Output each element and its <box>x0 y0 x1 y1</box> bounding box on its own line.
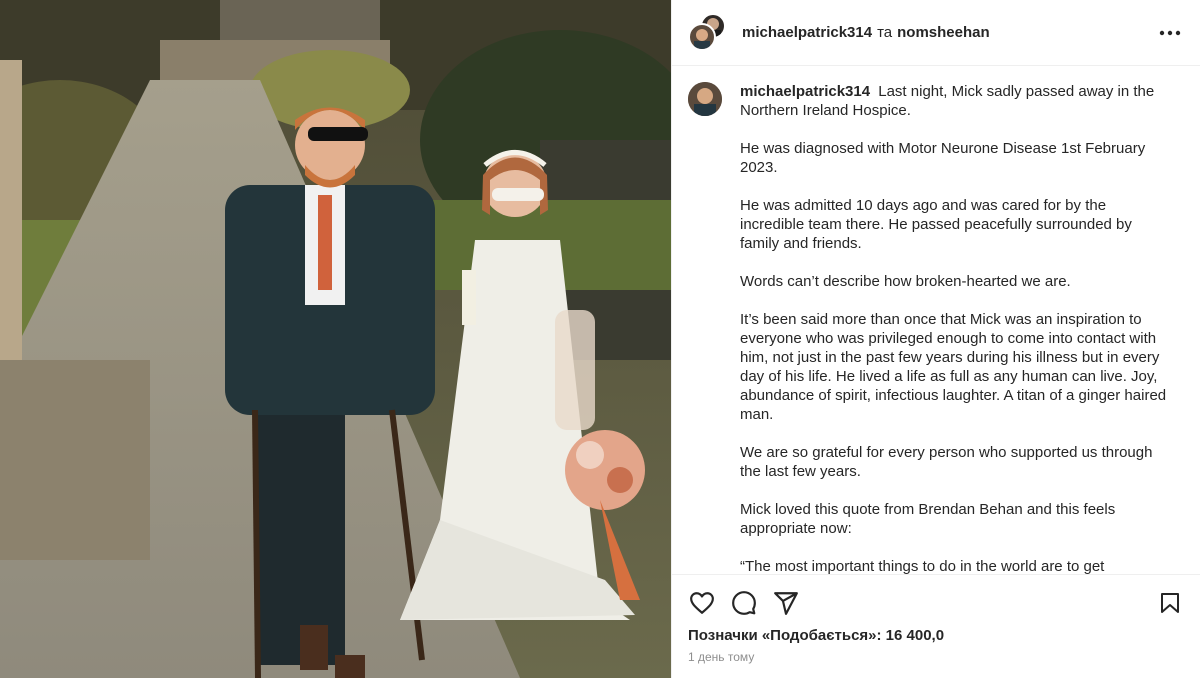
bookmark-icon <box>1161 593 1179 613</box>
caption-paragraph-2: He was diagnosed with Motor Neurone Dise… <box>740 140 1146 176</box>
action-icon-row <box>688 587 1184 619</box>
caption-paragraph-5: It’s been said more than once that Mick … <box>740 311 1167 423</box>
caption-paragraph-7: Mick loved this quote from Brendan Behan… <box>740 501 1116 537</box>
header-username-2[interactable]: nomsheehan <box>897 24 990 41</box>
caption-paragraph-8: “The most important things to do in the … <box>740 558 1105 574</box>
heart-icon <box>690 592 714 614</box>
post-actions: Позначки «Подобається»: 16 400,0 1 день … <box>672 574 1200 678</box>
collab-avatars[interactable] <box>688 12 728 53</box>
more-options-button[interactable] <box>1156 19 1184 47</box>
post-header: michaelpatrick314 та nomsheehan <box>672 0 1200 66</box>
header-conjunction: та <box>877 24 893 41</box>
like-button[interactable] <box>688 589 716 617</box>
caption-area[interactable]: michaelpatrick314 Last night, Mick sadly… <box>672 66 1200 574</box>
share-button[interactable] <box>772 589 800 617</box>
save-button[interactable] <box>1156 589 1184 617</box>
post-container: michaelpatrick314 та nomsheehan michaelp… <box>0 0 1200 678</box>
comment-icon <box>732 591 756 615</box>
caption-paragraph-3: He was admitted 10 days ago and was care… <box>740 197 1132 252</box>
header-usernames: michaelpatrick314 та nomsheehan <box>742 24 1156 41</box>
likes-count[interactable]: Позначки «Подобається»: 16 400,0 <box>688 627 1184 644</box>
post-timestamp[interactable]: 1 день тому <box>688 650 1184 664</box>
caption-avatar[interactable] <box>688 82 722 116</box>
more-horizontal-icon <box>1159 30 1181 35</box>
header-username-1[interactable]: michaelpatrick314 <box>742 24 872 41</box>
comment-button[interactable] <box>730 589 758 617</box>
post-side-panel: michaelpatrick314 та nomsheehan michaelp… <box>671 0 1200 678</box>
wedding-photo-illustration <box>0 0 671 678</box>
avatar-michaelpatrick314[interactable] <box>688 22 716 51</box>
caption-paragraph-1: michaelpatrick314 Last night, Mick sadly… <box>740 82 1170 120</box>
caption-paragraph-4: Words can’t describe how broken-hearted … <box>740 273 1071 290</box>
caption-paragraph-6: We are so grateful for every person who … <box>740 444 1153 480</box>
caption-text: michaelpatrick314 Last night, Mick sadly… <box>740 82 1170 574</box>
post-photo[interactable] <box>0 0 671 678</box>
share-icon <box>774 592 798 615</box>
caption-username[interactable]: michaelpatrick314 <box>740 83 870 100</box>
